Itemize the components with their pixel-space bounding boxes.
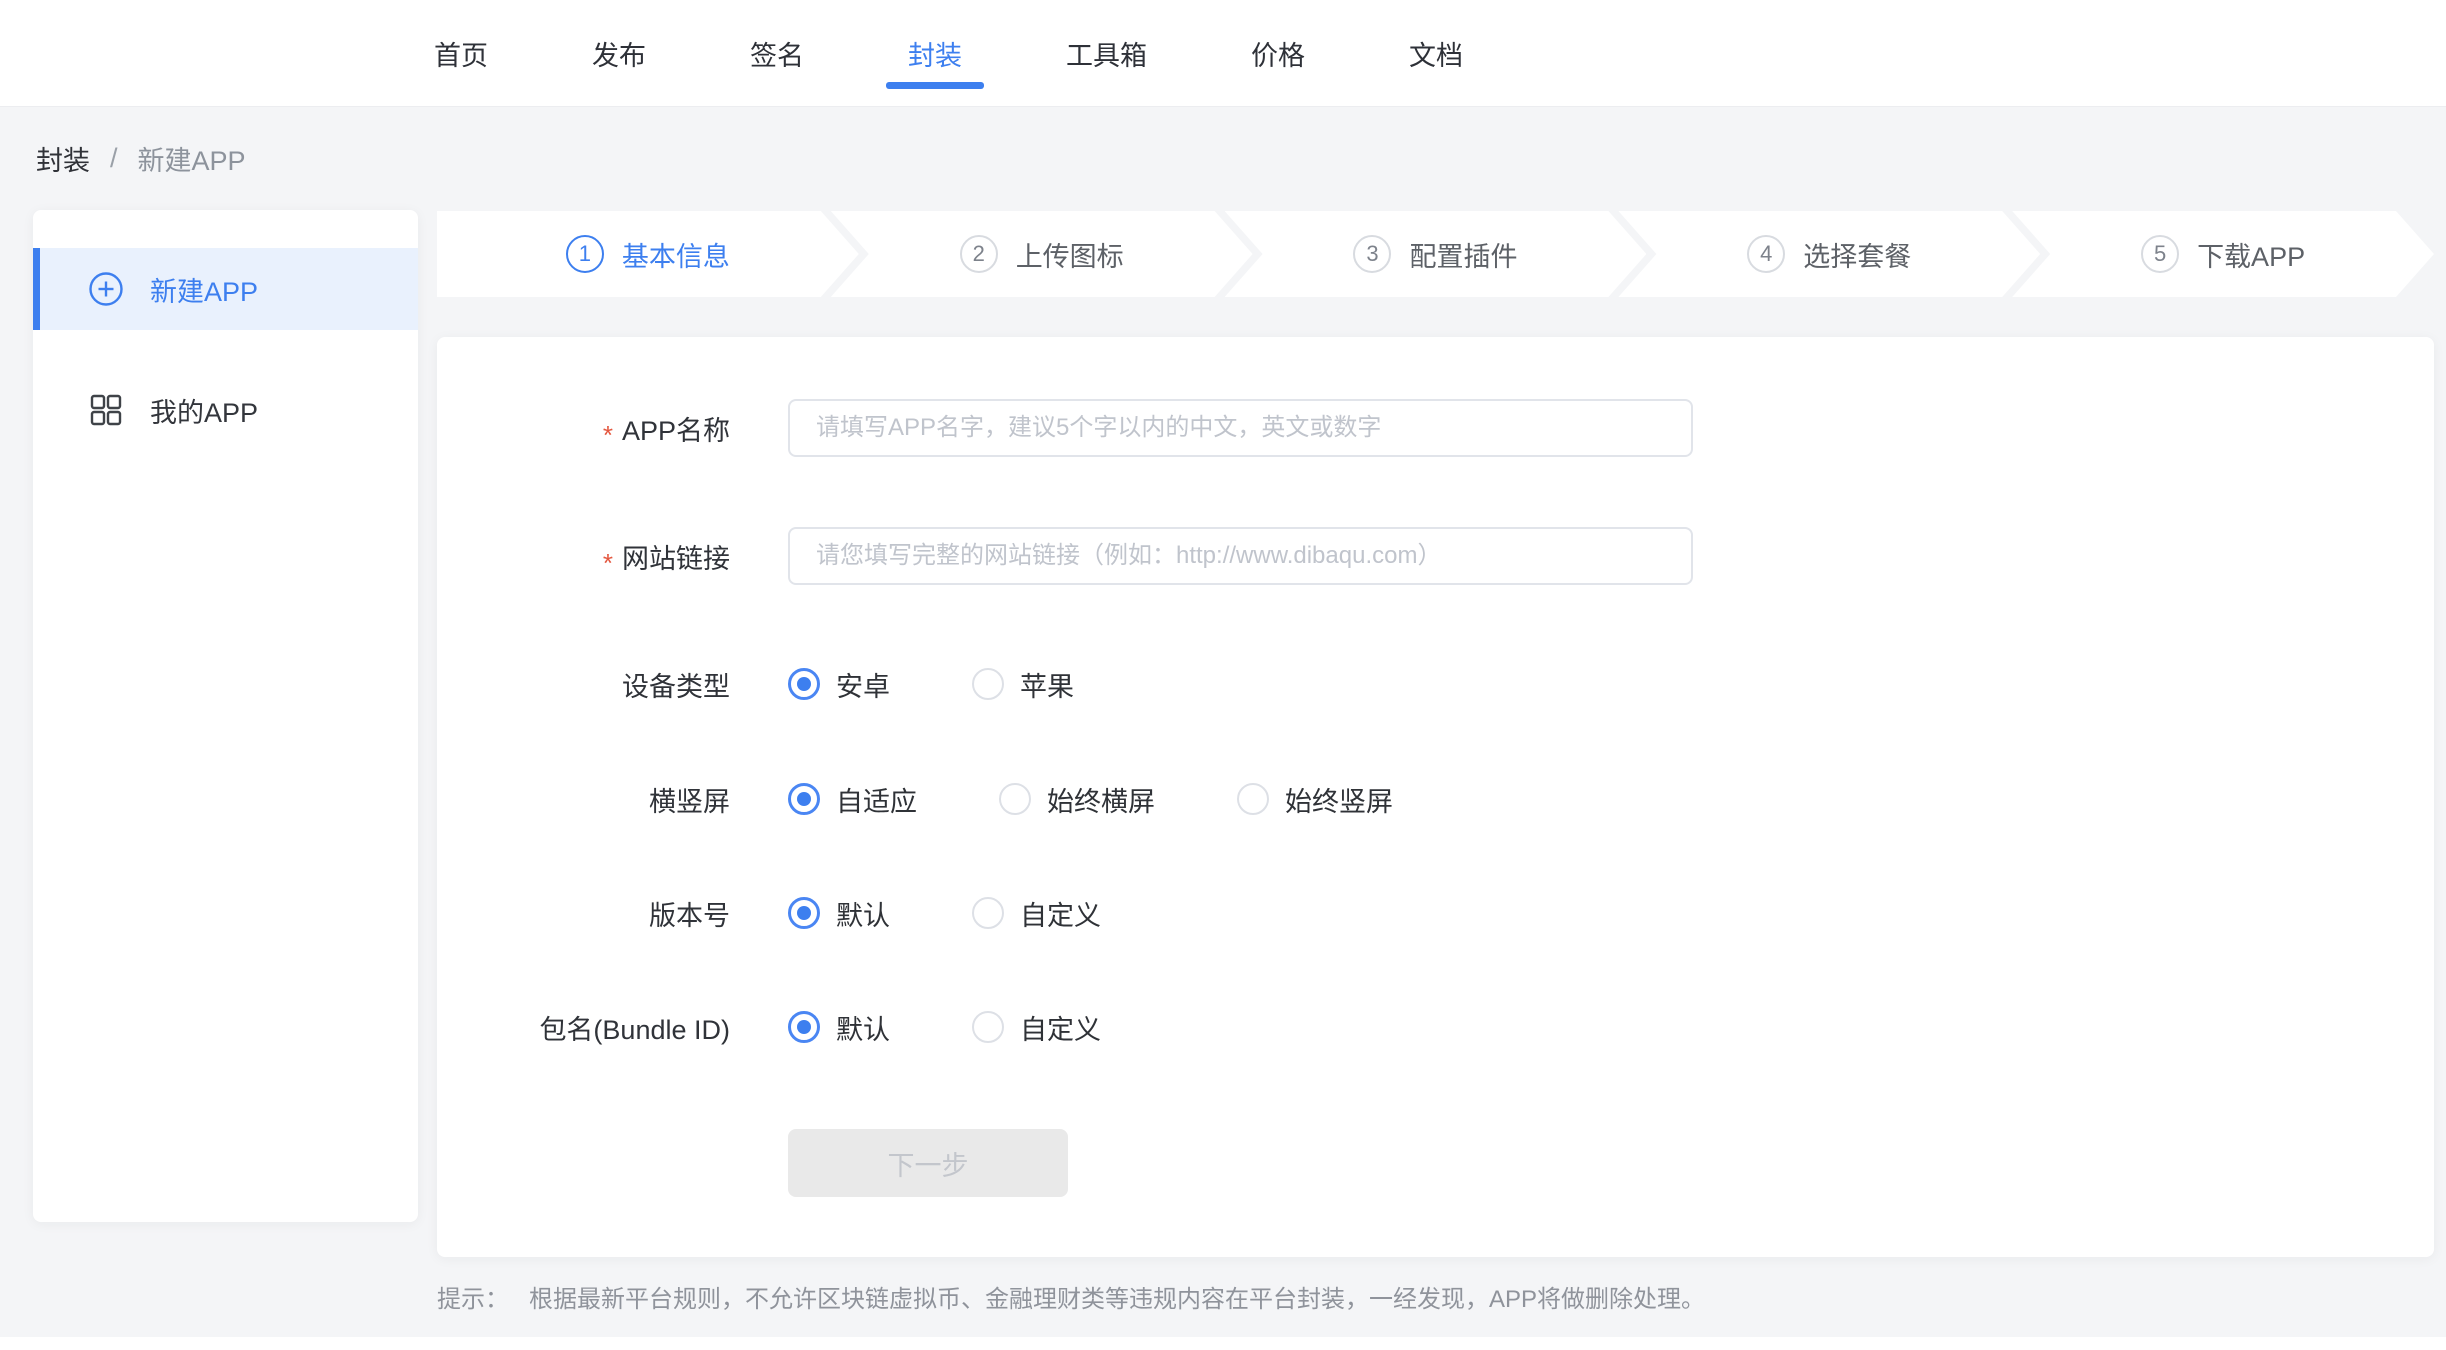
step-label: 上传图标	[1016, 235, 1124, 274]
radio-selected-icon	[788, 897, 820, 929]
radio-version-default[interactable]: 默认	[788, 894, 890, 933]
radio-label: 苹果	[1020, 665, 1074, 704]
next-step-button[interactable]: 下一步	[788, 1129, 1068, 1197]
radio-selected-icon	[788, 1011, 820, 1043]
step-3-configure-plugins[interactable]: 3 配置插件	[1225, 211, 1647, 297]
form-row-orientation: 横竖屏 自适应 始终横屏 始终竖屏	[437, 770, 2434, 828]
step-1-basic-info[interactable]: 1 基本信息	[437, 211, 859, 297]
radio-label: 默认	[836, 1008, 890, 1047]
nav-item-publish[interactable]: 发布	[592, 34, 646, 73]
app-name-label: APP名称	[437, 409, 730, 448]
form-row-device-type: 设备类型 安卓 苹果	[437, 655, 2434, 713]
nav-item-package-active[interactable]: 封装	[908, 34, 962, 73]
orientation-label: 横竖屏	[437, 780, 730, 819]
radio-always-portrait[interactable]: 始终竖屏	[1237, 780, 1393, 819]
radio-unselected-icon	[1237, 783, 1269, 815]
breadcrumb-current: 新建APP	[138, 139, 246, 178]
radio-bundle-default[interactable]: 默认	[788, 1008, 890, 1047]
step-number-badge: 2	[960, 235, 998, 273]
nav-item-toolbox[interactable]: 工具箱	[1066, 34, 1147, 73]
plus-circle-icon	[88, 271, 124, 307]
form-row-app-name: APP名称	[437, 399, 2434, 457]
radio-label: 自定义	[1020, 1008, 1101, 1047]
step-5-download-app[interactable]: 5 下载APP	[2012, 211, 2434, 297]
form-row-version: 版本号 默认 自定义	[437, 884, 2434, 942]
sidebar-item-my-app[interactable]: 我的APP	[33, 380, 418, 440]
sidebar-item-new-app[interactable]: 新建APP	[33, 248, 418, 330]
radio-selected-icon	[788, 668, 820, 700]
site-url-label: 网站链接	[437, 537, 730, 576]
radio-label: 自适应	[836, 780, 917, 819]
step-label: 下载APP	[2197, 235, 2305, 274]
radio-label: 自定义	[1020, 894, 1101, 933]
version-label: 版本号	[437, 894, 730, 933]
radio-selected-icon	[788, 783, 820, 815]
breadcrumb: 封装 / 新建APP	[0, 107, 2446, 210]
radio-version-custom[interactable]: 自定义	[972, 894, 1101, 933]
radio-label: 默认	[836, 894, 890, 933]
radio-unselected-icon	[972, 1011, 1004, 1043]
site-url-input[interactable]	[788, 527, 1693, 585]
sidebar: 新建APP 我的APP	[33, 210, 418, 1222]
radio-label: 安卓	[836, 665, 890, 704]
radio-bundle-custom[interactable]: 自定义	[972, 1008, 1101, 1047]
bundle-id-label: 包名(Bundle ID)	[437, 1008, 730, 1047]
platform-rules-tip: 提示： 根据最新平台规则，不允许区块链虚拟币、金融理财类等违规内容在平台封装，一…	[437, 1279, 2434, 1314]
basic-info-form-card: APP名称 网站链接 设备类型 安卓 苹果	[437, 337, 2434, 1257]
footer-strip	[0, 1337, 2446, 1350]
tip-text: 根据最新平台规则，不允许区块链虚拟币、金融理财类等违规内容在平台封装，一经发现，…	[529, 1279, 1705, 1314]
tip-prefix: 提示：	[437, 1279, 509, 1314]
step-number-badge: 1	[566, 235, 604, 273]
form-row-site-url: 网站链接	[437, 527, 2434, 585]
nav-item-pricing[interactable]: 价格	[1251, 34, 1305, 73]
main-nav: 首页 发布 签名 封装 工具箱 价格 文档	[0, 0, 2446, 106]
sidebar-item-label: 新建APP	[150, 270, 258, 309]
step-label: 基本信息	[622, 235, 730, 274]
form-row-bundle-id: 包名(Bundle ID) 默认 自定义	[437, 998, 2434, 1056]
step-number-badge: 3	[1353, 235, 1391, 273]
breadcrumb-separator: /	[110, 143, 118, 174]
radio-label: 始终横屏	[1047, 780, 1155, 819]
radio-auto-orientation[interactable]: 自适应	[788, 780, 917, 819]
nav-item-home[interactable]: 首页	[434, 34, 488, 73]
step-label: 配置插件	[1409, 235, 1517, 274]
nav-item-sign[interactable]: 签名	[750, 34, 804, 73]
step-wizard: 1 基本信息 2 上传图标 3 配置插件 4 选择套餐 5 下载APP	[437, 211, 2434, 297]
radio-unselected-icon	[972, 668, 1004, 700]
top-header: 首页 发布 签名 封装 工具箱 价格 文档	[0, 0, 2446, 107]
step-number-badge: 4	[1747, 235, 1785, 273]
radio-always-landscape[interactable]: 始终横屏	[999, 780, 1155, 819]
radio-ios[interactable]: 苹果	[972, 665, 1074, 704]
device-type-label: 设备类型	[437, 665, 730, 704]
app-name-input[interactable]	[788, 399, 1693, 457]
radio-unselected-icon	[999, 783, 1031, 815]
step-number-badge: 5	[2141, 235, 2179, 273]
breadcrumb-section[interactable]: 封装	[36, 139, 90, 178]
main-content: 1 基本信息 2 上传图标 3 配置插件 4 选择套餐 5 下载APP APP名…	[437, 211, 2434, 1314]
step-label: 选择套餐	[1803, 235, 1911, 274]
radio-unselected-icon	[972, 897, 1004, 929]
sidebar-item-label: 我的APP	[150, 391, 258, 430]
step-4-choose-plan[interactable]: 4 选择套餐	[1618, 211, 2040, 297]
radio-android[interactable]: 安卓	[788, 665, 890, 704]
form-actions: 下一步	[437, 1129, 2434, 1197]
radio-label: 始终竖屏	[1285, 780, 1393, 819]
step-2-upload-icon[interactable]: 2 上传图标	[831, 211, 1253, 297]
grid-icon	[88, 392, 124, 428]
nav-item-docs[interactable]: 文档	[1409, 34, 1463, 73]
